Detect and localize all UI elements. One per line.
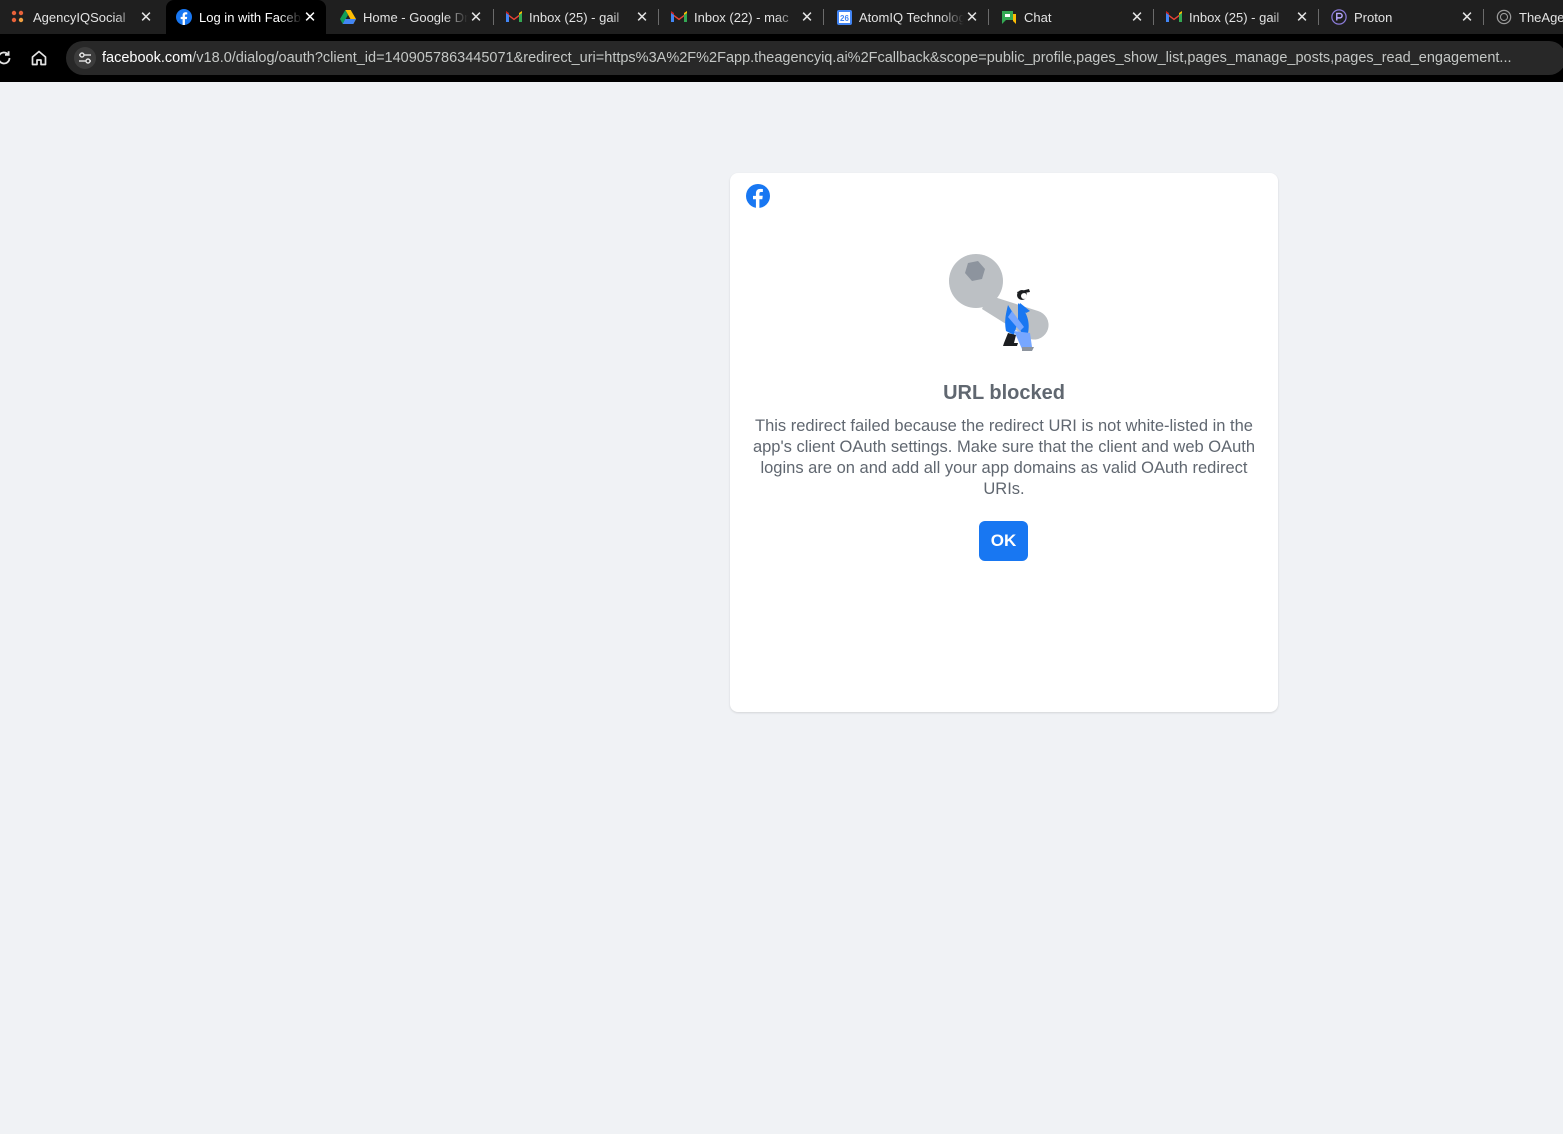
close-icon[interactable]: ✕ xyxy=(964,9,980,26)
tab-separator xyxy=(1153,9,1154,25)
globe-favicon-icon xyxy=(1496,9,1512,25)
agencyiq-favicon-icon xyxy=(10,9,26,25)
reload-icon[interactable] xyxy=(0,48,14,68)
tab-title: Chat xyxy=(1024,9,1052,25)
gmail-favicon-icon xyxy=(1166,9,1182,25)
tab-proton[interactable]: Proton ✕ xyxy=(1321,4,1483,30)
ok-button[interactable]: OK xyxy=(979,521,1028,561)
close-icon[interactable]: ✕ xyxy=(138,9,154,26)
tab-separator xyxy=(988,9,989,25)
url-text[interactable]: facebook.com/v18.0/dialog/oauth?client_i… xyxy=(102,41,1552,75)
facebook-logo-icon xyxy=(746,184,770,208)
tab-gmail-inbox-25[interactable]: Inbox (25) - gail ✕ xyxy=(496,4,658,30)
close-icon[interactable]: ✕ xyxy=(1129,9,1145,26)
tab-separator xyxy=(1483,9,1484,25)
google-chat-favicon-icon xyxy=(1001,9,1017,25)
address-bar[interactable]: facebook.com/v18.0/dialog/oauth?client_i… xyxy=(66,41,1563,75)
dialog-message: This redirect failed because the redirec… xyxy=(752,417,1256,498)
close-icon[interactable]: ✕ xyxy=(1459,9,1475,26)
google-calendar-favicon-icon: 26 xyxy=(836,9,852,25)
gmail-favicon-icon xyxy=(506,9,522,25)
proton-favicon-icon xyxy=(1331,9,1347,25)
tab-title: TheAge xyxy=(1519,9,1563,25)
calendar-day-number: 26 xyxy=(840,14,849,23)
tab-gmail-inbox-22[interactable]: Inbox (22) - mac ✕ xyxy=(661,4,823,30)
wrench-worker-illustration-icon xyxy=(949,254,1049,351)
tab-separator xyxy=(823,9,824,25)
close-icon[interactable]: ✕ xyxy=(468,9,484,26)
close-icon[interactable]: ✕ xyxy=(634,9,650,26)
tab-separator xyxy=(493,9,494,25)
gmail-favicon-icon xyxy=(671,9,687,25)
browser-tab-strip: AgencyIQSocial ✕ Log in with Facebook ✕ … xyxy=(0,0,1563,34)
tab-gmail-inbox-25-second[interactable]: Inbox (25) - gail ✕ xyxy=(1156,4,1318,30)
tab-title: Proton xyxy=(1354,9,1393,25)
tab-title: Inbox (22) - mac xyxy=(694,9,789,25)
url-path: /v18.0/dialog/oauth?client_id=1409057863… xyxy=(192,50,1512,66)
home-icon[interactable] xyxy=(29,48,49,68)
close-icon[interactable]: ✕ xyxy=(302,9,318,26)
tab-title: Log in with Facebook xyxy=(199,9,302,25)
close-icon[interactable]: ✕ xyxy=(799,9,815,26)
google-drive-favicon-icon xyxy=(340,9,356,25)
tab-separator xyxy=(658,9,659,25)
tab-google-drive[interactable]: Home - Google Drive ✕ xyxy=(330,4,492,30)
tab-title: Home - Google Drive xyxy=(363,9,468,25)
tab-google-chat[interactable]: Chat ✕ xyxy=(991,4,1153,30)
tab-title: Inbox (25) - gail xyxy=(529,9,620,25)
tab-title: Inbox (25) - gail xyxy=(1189,9,1280,25)
facebook-favicon-icon xyxy=(176,9,192,25)
site-settings-icon[interactable] xyxy=(74,47,96,69)
tab-facebook-login[interactable]: Log in with Facebook ✕ xyxy=(166,0,326,34)
browser-toolbar: facebook.com/v18.0/dialog/oauth?client_i… xyxy=(0,34,1563,82)
tab-separator xyxy=(1318,9,1319,25)
tab-title: AgencyIQSocial xyxy=(33,9,126,25)
tab-agencyiqsocial[interactable]: AgencyIQSocial ✕ xyxy=(0,4,162,30)
dialog-title: URL blocked xyxy=(943,382,1065,404)
tab-title: AtomIQ Technologies xyxy=(859,9,964,25)
tab-theage[interactable]: TheAge xyxy=(1486,4,1563,30)
url-host: facebook.com xyxy=(102,50,193,66)
tab-atomiq-technologies[interactable]: 26 AtomIQ Technologies ✕ xyxy=(826,4,988,30)
close-icon[interactable]: ✕ xyxy=(1294,9,1310,26)
url-blocked-dialog: URL blocked This redirect failed because… xyxy=(730,173,1278,712)
